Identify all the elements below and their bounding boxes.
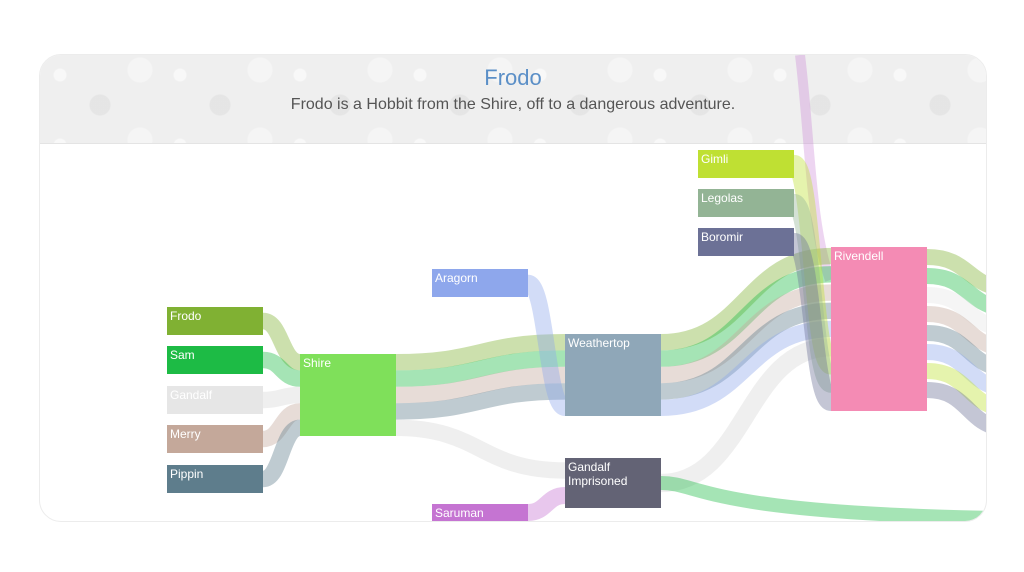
node-label-legolas: Legolas <box>701 191 743 205</box>
node-label-rivendell: Rivendell <box>834 249 883 263</box>
node-label-pippin: Pippin <box>170 467 203 481</box>
node-label-merry: Merry <box>170 427 201 441</box>
node-label-boromir: Boromir <box>701 230 743 244</box>
link-gandalf_imprisoned-exit-8[interactable] <box>660 476 986 521</box>
link-gandalf-to-shire-2[interactable] <box>262 386 301 409</box>
node-label-sam: Sam <box>170 348 195 362</box>
node-label-saruman: Saruman <box>435 506 484 520</box>
node-label-gimli: Gimli <box>701 152 728 166</box>
node-label-aragorn: Aragorn <box>435 271 478 285</box>
node-label-shire: Shire <box>303 356 331 370</box>
link-saruman-to-gandalf_imprisoned-11[interactable] <box>527 487 566 521</box>
node-label-gandalf-imprisoned-1: Imprisoned <box>568 474 627 488</box>
node-label-frodo: Frodo <box>170 309 202 323</box>
node-label-gandalf: Gandalf <box>170 388 213 402</box>
sankey-diagram: Frodo Sam Gandalf Merry Pippin Shire Aragorn We… <box>167 55 986 521</box>
node-rivendell[interactable] <box>831 247 927 411</box>
story-card: Frodo Frodo is a Hobbit from the Shire, … <box>39 54 987 522</box>
node-label-weathertop: Weathertop <box>568 336 630 350</box>
node-label-gandalf-imprisoned-0: Gandalf <box>568 460 611 474</box>
link-shire-to-gandalf_imprisoned-9[interactable] <box>395 419 566 479</box>
